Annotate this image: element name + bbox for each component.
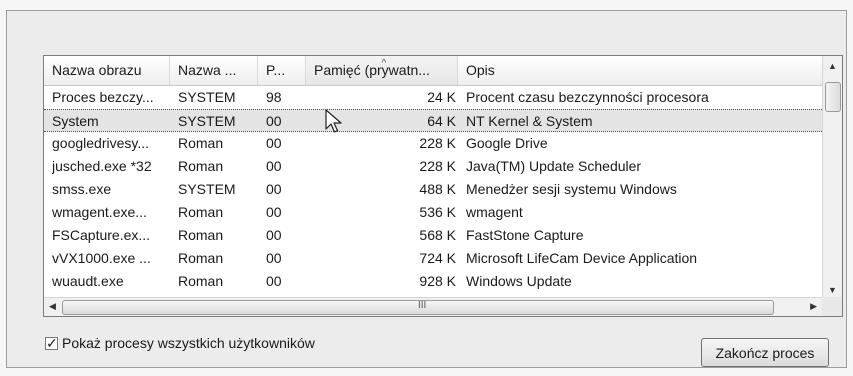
cell-user-name: Roman [178,204,224,220]
table-row-selected[interactable]: System SYSTEM 00 64 K NT Kernel & System [44,109,822,132]
column-cpu[interactable]: P... [258,56,306,85]
cell-cpu: 00 [266,273,282,289]
cell-image-name: Proces bezczy... [52,89,154,105]
cell-memory: 928 K [419,273,456,289]
cell-user-name: Roman [178,250,224,266]
horizontal-scrollbar[interactable]: ◀ III ▶ [44,297,822,316]
end-process-button[interactable]: Zakończ proces [701,338,829,367]
scroll-right-arrow-icon[interactable]: ▶ [810,301,817,312]
scrollbar-corner [822,297,842,316]
cell-cpu: 00 [266,158,282,174]
cell-user-name: SYSTEM [178,113,236,129]
cell-user-name: SYSTEM [178,181,236,197]
checkmark-icon: ✓ [46,335,58,351]
processes-panel: Nazwa obrazu Nazwa ... P... ^ Pamięć (pr… [6,10,847,368]
cell-user-name: Roman [178,158,224,174]
horizontal-scroll-thumb[interactable]: III [62,300,774,315]
scroll-left-arrow-icon[interactable]: ◀ [49,301,56,312]
table-row[interactable]: wuaudt.exe Roman 00 928 K Windows Update [44,270,822,293]
column-user-name[interactable]: Nazwa ... [170,56,258,85]
show-all-users-checkbox[interactable]: ✓ [45,335,58,351]
column-image-name[interactable]: Nazwa obrazu [44,56,170,85]
cell-description: NT Kernel & System [466,113,593,129]
cell-cpu: 00 [266,204,282,220]
column-memory-label: Pamięć (prywatn... [314,62,430,78]
table-row[interactable]: smss.exe SYSTEM 00 488 K Menedżer sesji … [44,178,822,201]
cell-memory: 488 K [419,181,456,197]
cell-description: wmagent [466,204,523,220]
cell-cpu: 00 [266,227,282,243]
table-row[interactable]: wmagent.exe... Roman 00 536 K wmagent [44,201,822,224]
table-row[interactable]: vVX1000.exe ... Roman 00 724 K Microsoft… [44,247,822,270]
column-header: Nazwa obrazu Nazwa ... P... ^ Pamięć (pr… [44,56,822,86]
cell-memory: 228 K [419,158,456,174]
cell-description: FastStone Capture [466,227,584,243]
cell-cpu: 00 [266,250,282,266]
cell-description: Windows Update [466,273,572,289]
cell-memory: 568 K [419,227,456,243]
cell-image-name: wmagent.exe... [52,204,147,220]
cell-description: Menedżer sesji systemu Windows [466,181,677,197]
table-row[interactable]: FSCapture.ex... Roman 00 568 K FastStone… [44,224,822,247]
cell-memory: 24 K [427,89,456,105]
cell-memory: 536 K [419,204,456,220]
cell-user-name: Roman [178,135,224,151]
scroll-down-arrow-icon[interactable]: ▼ [828,285,837,295]
cell-description: Procent czasu bezczynności procesora [466,89,709,105]
table-row[interactable]: googledrivesy... Roman 00 228 K Google D… [44,132,822,155]
cell-image-name: jusched.exe *32 [52,158,152,174]
mouse-pointer-icon [325,109,342,133]
vertical-scrollbar[interactable]: ▲ ▼ [822,56,842,299]
sort-ascending-icon: ^ [381,58,387,69]
cell-image-name: vVX1000.exe ... [52,250,151,266]
cell-cpu: 00 [266,113,282,129]
process-list[interactable]: Nazwa obrazu Nazwa ... P... ^ Pamięć (pr… [43,55,843,317]
cell-description: Java(TM) Update Scheduler [466,158,642,174]
table-row[interactable]: Proces bezczy... SYSTEM 98 24 K Procent … [44,86,822,109]
cell-cpu: 98 [266,89,282,105]
vertical-scroll-thumb[interactable] [825,82,841,112]
cell-image-name: FSCapture.ex... [52,227,151,243]
cell-user-name: SYSTEM [178,89,236,105]
cell-image-name: googledrivesy... [52,135,150,151]
cell-cpu: 00 [266,181,282,197]
cell-image-name: System [52,113,99,129]
table-row[interactable]: jusched.exe *32 Roman 00 228 K Java(TM) … [44,155,822,178]
column-description[interactable]: Opis [458,56,822,85]
cell-description: Google Drive [466,135,548,151]
scroll-up-arrow-icon[interactable]: ▲ [828,61,837,71]
show-all-users-label[interactable]: Pokaż procesy wszystkich użytkowników [62,335,315,351]
scroll-grip-icon: III [418,300,427,311]
cell-description: Microsoft LifeCam Device Application [466,250,698,266]
cell-memory: 724 K [419,250,456,266]
cell-cpu: 00 [266,135,282,151]
cell-memory: 228 K [419,135,456,151]
cell-image-name: smss.exe [52,181,112,197]
cell-user-name: Roman [178,227,224,243]
cell-image-name: wuaudt.exe [52,273,124,289]
column-memory[interactable]: ^ Pamięć (prywatn... [306,56,458,85]
cell-user-name: Roman [178,273,224,289]
